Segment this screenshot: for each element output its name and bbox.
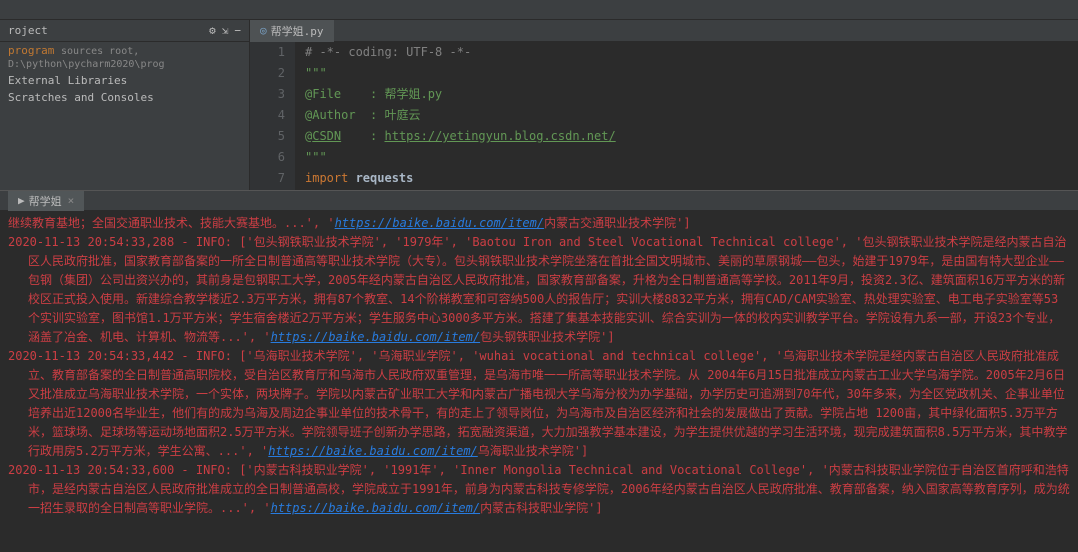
project-sidebar: roject program sources root, D:\python\p… bbox=[0, 20, 250, 190]
code-line: # -*- coding: UTF-8 -*- bbox=[305, 42, 1078, 63]
collapse-icon[interactable] bbox=[222, 24, 229, 37]
code-area[interactable]: 1 2 3 4 5 6 7 # -*- coding: UTF-8 -*- ""… bbox=[250, 42, 1078, 190]
gear-icon[interactable] bbox=[209, 24, 216, 37]
tab-file[interactable]: ◎ 帮学姐.py bbox=[250, 20, 334, 42]
baidu-link[interactable]: https://baike.baidu.com/item/ bbox=[271, 501, 481, 515]
line-num: 1 bbox=[250, 42, 285, 63]
editor-pane: ◎ 帮学姐.py 1 2 3 4 5 6 7 # -*- coding: UTF… bbox=[250, 20, 1078, 190]
python-file-icon: ◎ bbox=[260, 24, 267, 37]
sidebar-item-program[interactable]: program sources root, D:\python\pycharm2… bbox=[0, 42, 249, 72]
project-label[interactable]: roject bbox=[8, 24, 48, 37]
baidu-link[interactable]: https://baike.baidu.com/item/ bbox=[271, 330, 481, 344]
line-num: 3 bbox=[250, 84, 285, 105]
tab-label: 帮学姐.py bbox=[271, 23, 324, 39]
line-num: 5 bbox=[250, 126, 285, 147]
baidu-link[interactable]: https://baike.baidu.com/item/ bbox=[268, 444, 478, 458]
code-line: @File : 帮学姐.py bbox=[305, 84, 1078, 105]
line-num: 7 bbox=[250, 168, 285, 189]
code-line: """ bbox=[305, 63, 1078, 84]
breadcrumb-bar bbox=[0, 0, 1078, 20]
sidebar-item-external-libraries[interactable]: External Libraries bbox=[0, 72, 249, 89]
code-content[interactable]: # -*- coding: UTF-8 -*- """ @File : 帮学姐.… bbox=[295, 42, 1078, 190]
python-run-icon: ▶ bbox=[18, 194, 25, 207]
line-num: 6 bbox=[250, 147, 285, 168]
line-num: 4 bbox=[250, 105, 285, 126]
log-line: 继续教育基地；全国交通职业技术、技能大赛基地。...', 'https://ba… bbox=[8, 214, 1070, 233]
log-line: 2020-11-13 20:54:33,442 - INFO: ['乌海职业技术… bbox=[8, 347, 1070, 461]
line-num: 2 bbox=[250, 63, 285, 84]
gutter: 1 2 3 4 5 6 7 bbox=[250, 42, 295, 190]
code-line: @Author : 叶庭云 bbox=[305, 105, 1078, 126]
baidu-link[interactable]: https://baike.baidu.com/item/ bbox=[335, 216, 545, 230]
hide-icon[interactable] bbox=[234, 24, 241, 37]
sidebar-item-scratches[interactable]: Scratches and Consoles bbox=[0, 89, 249, 106]
console-output[interactable]: 继续教育基地；全国交通职业技术、技能大赛基地。...', 'https://ba… bbox=[0, 210, 1078, 552]
code-line: """ bbox=[305, 147, 1078, 168]
csdn-link[interactable]: https://yetingyun.blog.csdn.net/ bbox=[385, 129, 616, 143]
log-line: 2020-11-13 20:54:33,288 - INFO: ['包头钢铁职业… bbox=[8, 233, 1070, 347]
close-icon[interactable]: × bbox=[68, 194, 75, 207]
program-folder-label: program bbox=[8, 44, 54, 57]
code-line: import requests bbox=[305, 168, 1078, 189]
editor-tab-bar: ◎ 帮学姐.py bbox=[250, 20, 1078, 42]
console-tab-label: 帮学姐 bbox=[29, 193, 62, 209]
console-tab[interactable]: ▶ 帮学姐 × bbox=[8, 191, 84, 211]
code-line: @CSDN : https://yetingyun.blog.csdn.net/ bbox=[305, 126, 1078, 147]
log-line: 2020-11-13 20:54:33,600 - INFO: ['内蒙古科技职… bbox=[8, 461, 1070, 518]
console-tab-bar: ▶ 帮学姐 × bbox=[0, 190, 1078, 210]
sidebar-header: roject bbox=[0, 20, 249, 42]
